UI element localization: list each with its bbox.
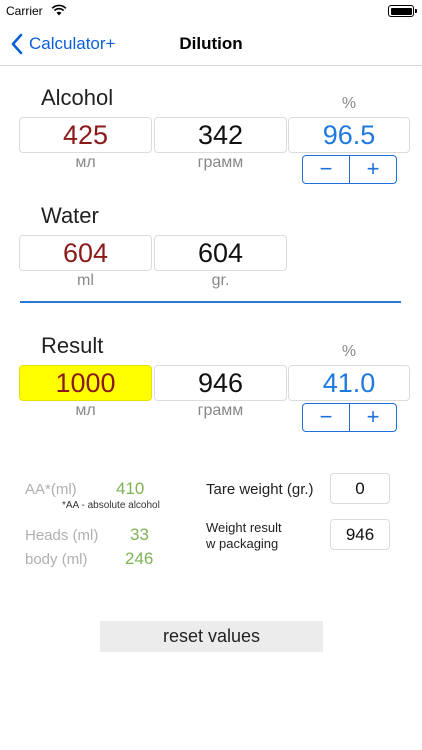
- absolute-alcohol-value: 410: [116, 479, 145, 498]
- heads-value: 33: [130, 525, 149, 544]
- alcohol-percent-field[interactable]: 96.5: [288, 117, 410, 153]
- weight-result-label-line2: w packaging: [206, 536, 279, 551]
- result-title: Result: [41, 333, 104, 358]
- result-percent-stepper: − +: [302, 403, 397, 432]
- alcohol-percent-increment-button[interactable]: +: [350, 156, 396, 183]
- status-bar: Carrier: [0, 0, 422, 22]
- result-percent-label: %: [341, 343, 357, 360]
- alcohol-percent-decrement-button[interactable]: −: [303, 156, 350, 183]
- heads-label: Heads (ml): [25, 527, 99, 544]
- section-divider: [20, 301, 401, 303]
- water-volume-field[interactable]: 604: [19, 235, 152, 271]
- body-value: 246: [125, 549, 154, 568]
- weight-result-label-line1: Weight result: [206, 520, 282, 535]
- water-title: Water: [41, 203, 99, 228]
- alcohol-volume-unit: мл: [75, 154, 96, 171]
- result-weight-field[interactable]: 946: [154, 365, 287, 401]
- result-percent-decrement-button[interactable]: −: [303, 404, 350, 431]
- result-percent-increment-button[interactable]: +: [350, 404, 396, 431]
- tare-weight-field[interactable]: 0: [330, 473, 390, 504]
- result-weight-unit: грамм: [197, 402, 244, 419]
- absolute-alcohol-label: AA*(ml): [25, 481, 77, 498]
- battery-icon: [388, 5, 417, 17]
- tare-weight-label: Tare weight (gr.): [206, 481, 314, 498]
- alcohol-weight-unit: грамм: [197, 154, 244, 171]
- water-weight-unit: gr.: [211, 272, 230, 289]
- page-title: Dilution: [179, 34, 243, 53]
- alcohol-volume-field[interactable]: 425: [19, 117, 152, 153]
- alcohol-title: Alcohol: [41, 85, 114, 110]
- alcohol-weight-field[interactable]: 342: [154, 117, 287, 153]
- reset-values-button[interactable]: reset values: [100, 621, 323, 652]
- water-volume-unit: ml: [77, 272, 94, 289]
- water-weight-field[interactable]: 604: [154, 235, 287, 271]
- body-label: body (ml): [25, 551, 88, 568]
- navigation-bar: Calculator+ Dilution: [0, 22, 422, 66]
- result-percent-field[interactable]: 41.0: [288, 365, 410, 401]
- wifi-icon: [51, 4, 67, 16]
- absolute-alcohol-note: *AA - absolute alcohol: [62, 500, 160, 511]
- alcohol-percent-stepper: − +: [302, 155, 397, 184]
- result-volume-field[interactable]: 1000: [19, 365, 152, 401]
- weight-result-label: Weight result w packaging: [206, 520, 282, 552]
- carrier-label: Carrier: [6, 4, 43, 18]
- result-volume-unit: мл: [75, 402, 96, 419]
- alcohol-percent-label: %: [341, 95, 357, 112]
- weight-result-field: 946: [330, 519, 390, 550]
